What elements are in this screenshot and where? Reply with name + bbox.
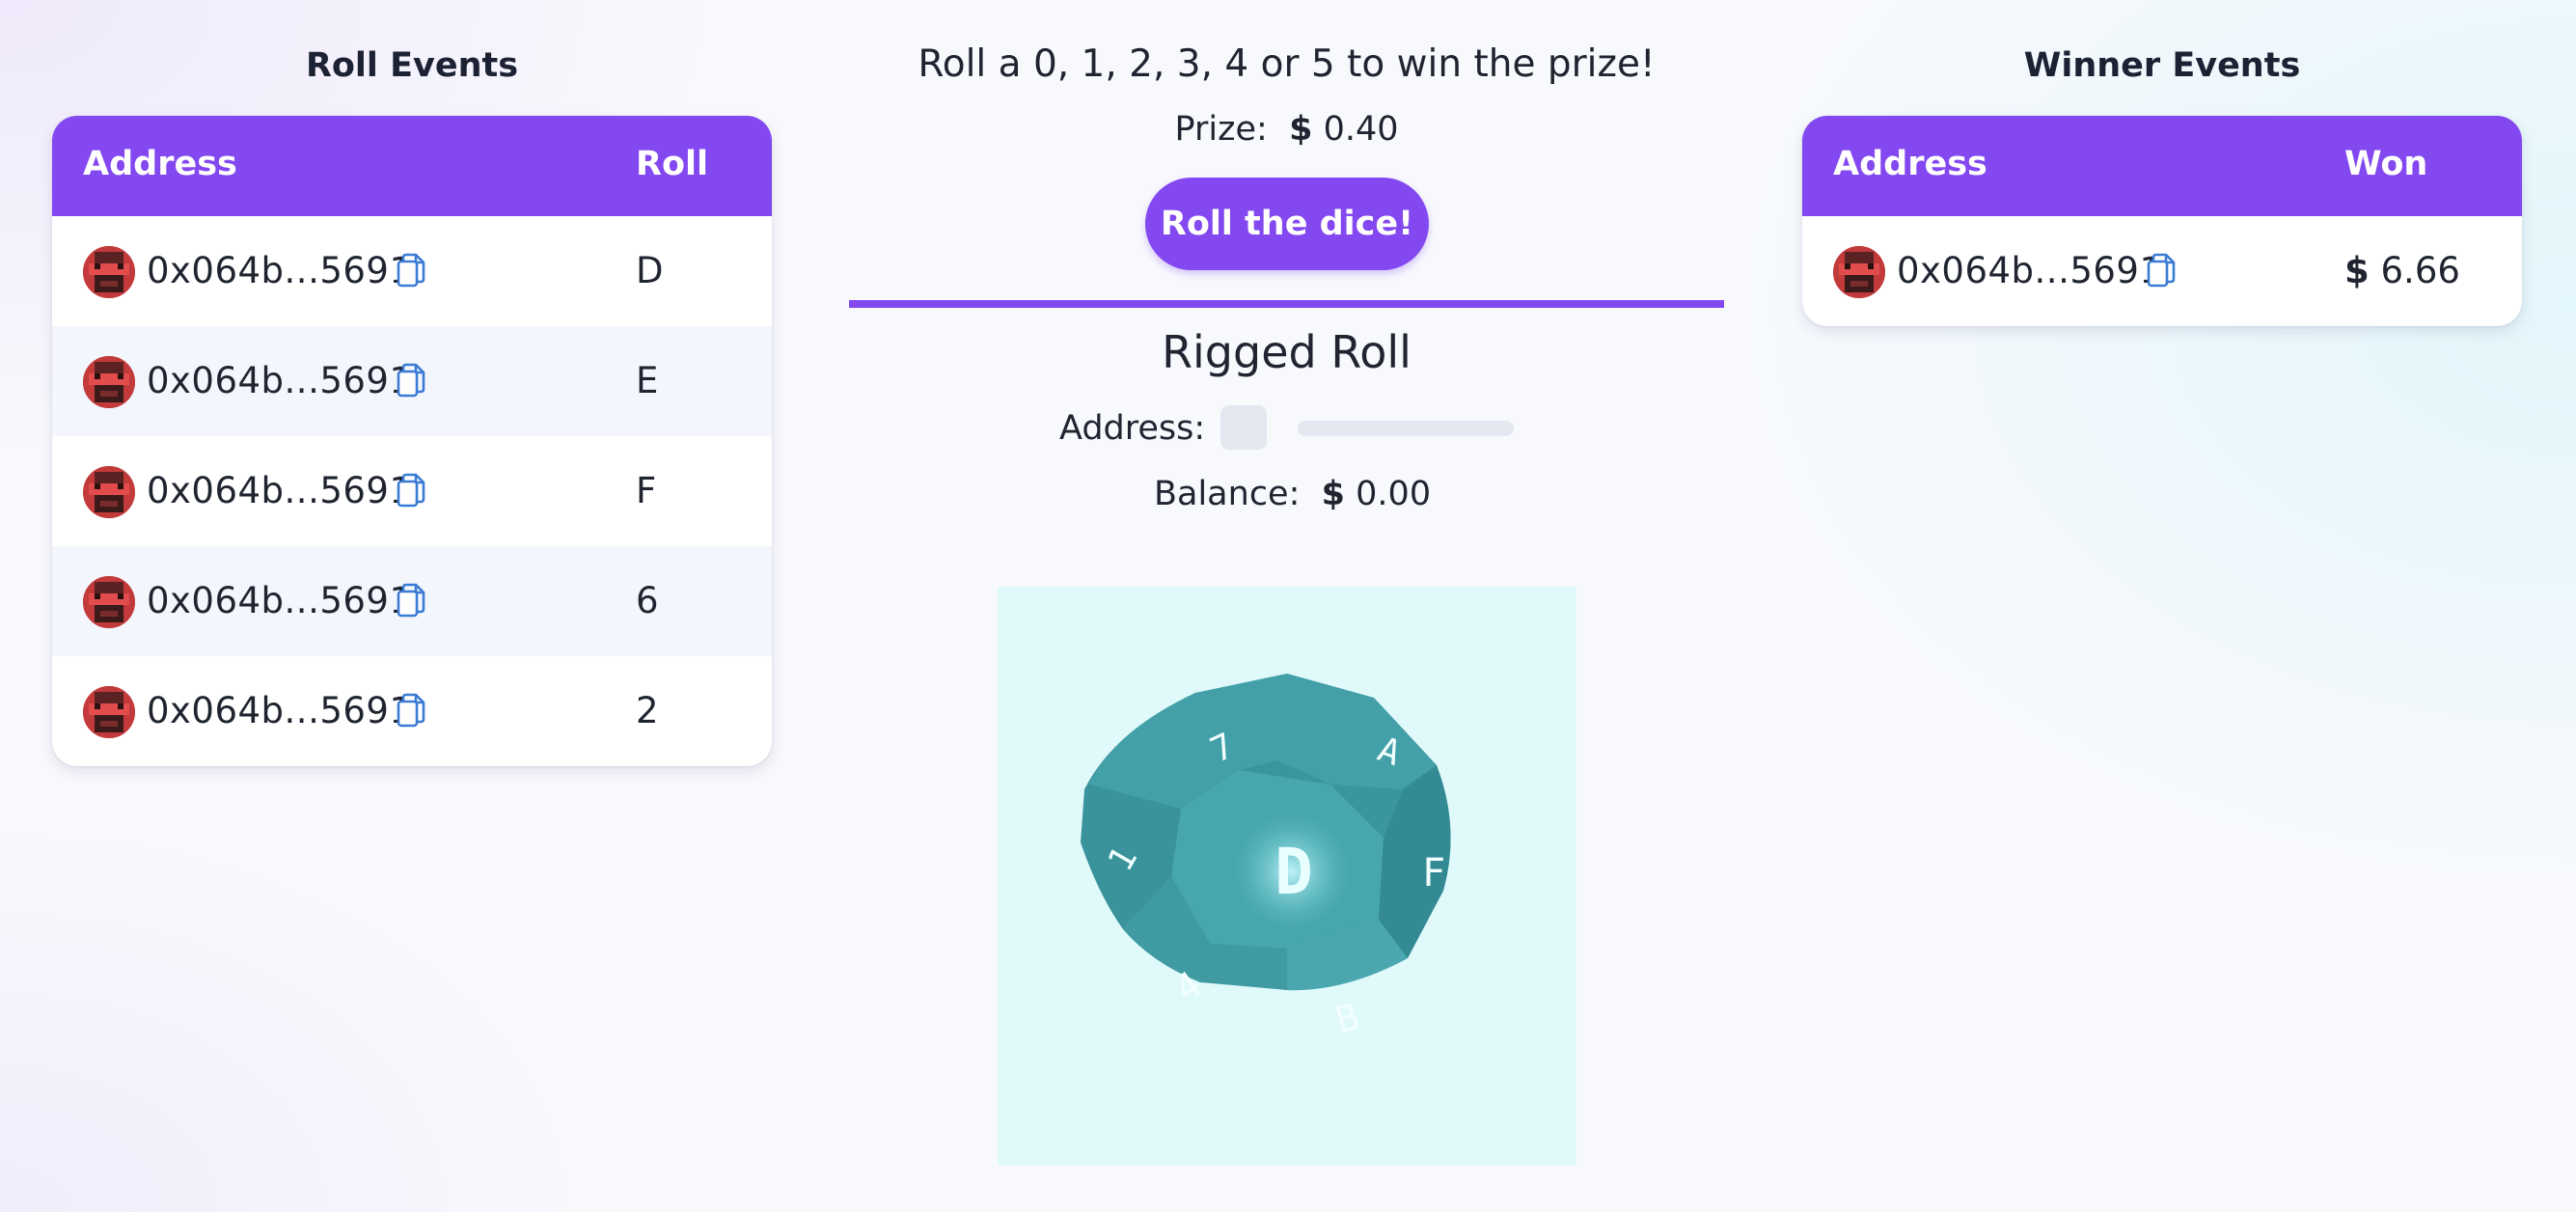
table-row: 0x064b...5691 F: [52, 436, 772, 546]
address-column-header: Address: [83, 145, 237, 183]
dice-face-3: F: [1422, 851, 1445, 895]
won-column-header: Won: [2344, 145, 2428, 183]
rigged-roll-title: Rigged Roll: [1162, 326, 1411, 378]
instruction-text: Roll a 0, 1, 2, 3, 4 or 5 to win the pri…: [918, 42, 1656, 86]
table-row: 0x064b...5691 D: [52, 216, 772, 326]
balance-value: 0.00: [1356, 475, 1432, 513]
winner-events-table: Address Won 0x064b...5691 $ 6.66: [1802, 116, 2522, 326]
dollar-icon: $: [1289, 110, 1313, 149]
roll-value: 2: [636, 690, 659, 731]
prize-line: Prize: $ 0.40: [849, 110, 1724, 149]
won-value: 6.66: [2380, 250, 2460, 291]
table-row: 0x064b...5691 2: [52, 656, 772, 766]
roll-events-table: Address Roll 0x064b...5691 D 0x064b...5691…: [52, 116, 772, 766]
avatar-icon: [83, 356, 135, 408]
copy-icon[interactable]: [395, 693, 427, 728]
roll-events-header: Address Roll: [52, 116, 772, 216]
roll-dice-button[interactable]: Roll the dice!: [1145, 178, 1429, 270]
copy-icon[interactable]: [395, 583, 427, 618]
address-text: 0x064b...5691: [147, 690, 413, 731]
address-text: 0x064b...5691: [147, 470, 413, 511]
dice-canvas[interactable]: D 7 A F 1 4 B: [998, 587, 1576, 1166]
copy-icon[interactable]: [395, 363, 427, 398]
table-row: 0x064b...5691 $ 6.66: [1802, 216, 2522, 326]
prize-value: 0.40: [1323, 110, 1399, 149]
balance-label: Balance:: [1154, 475, 1301, 513]
roll-value: 6: [636, 580, 659, 621]
roll-events-title: Roll Events: [305, 46, 519, 85]
avatar-icon: [83, 466, 135, 518]
roll-value: E: [636, 360, 659, 401]
dice-icon: D 7 A F 1 4 B: [1081, 674, 1451, 1042]
winner-events-title: Winner Events: [2023, 46, 2301, 85]
roll-value: D: [636, 250, 664, 291]
avatar-icon: [83, 246, 135, 298]
table-row: 0x064b...5691 6: [52, 546, 772, 656]
address-label: Address:: [1059, 409, 1206, 448]
address-text: 0x064b...5691: [1897, 250, 2163, 291]
roll-column-header: Roll: [636, 145, 708, 183]
balance-line: Balance: $ 0.00: [1154, 475, 1431, 513]
copy-icon[interactable]: [2145, 253, 2178, 288]
copy-icon[interactable]: [395, 253, 427, 288]
dollar-icon: $: [2344, 250, 2370, 291]
copy-icon[interactable]: [395, 473, 427, 508]
dice-face-top: D: [1274, 835, 1313, 909]
winner-events-header: Address Won: [1802, 116, 2522, 216]
roll-value: F: [636, 470, 657, 511]
table-row: 0x064b...5691 E: [52, 326, 772, 436]
address-text: 0x064b...5691: [147, 360, 413, 401]
address-text: 0x064b...5691: [147, 580, 413, 621]
avatar-icon: [83, 686, 135, 738]
dollar-icon: $: [1321, 475, 1346, 513]
address-text-placeholder: [1298, 421, 1514, 436]
avatar-icon: [83, 576, 135, 628]
address-text: 0x064b...5691: [147, 250, 413, 291]
won-amount: $ 6.66: [2344, 250, 2460, 291]
address-column-header: Address: [1833, 145, 1987, 183]
dice-face-6: B: [1331, 995, 1363, 1041]
address-avatar-placeholder: [1220, 405, 1267, 450]
section-divider: [849, 300, 1724, 308]
prize-label: Prize:: [1174, 110, 1268, 149]
avatar-icon: [1833, 246, 1885, 298]
